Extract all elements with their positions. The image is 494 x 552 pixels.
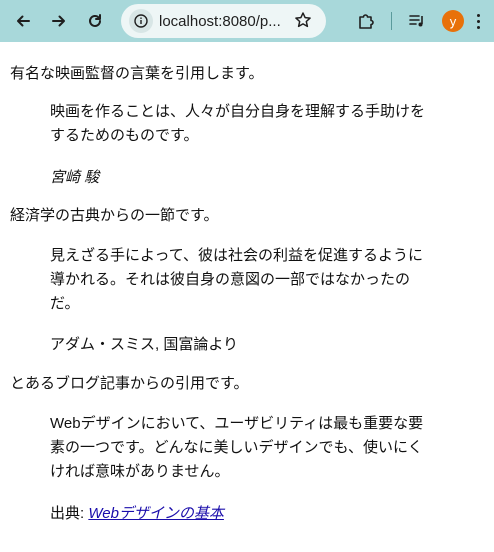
quote-line: 映画を作ることは、人々が自分自身を理解する手助けを (50, 103, 426, 120)
quote-attribution: アダム・スミス, 国富論より (50, 336, 239, 353)
quote-line: Webデザインにおいて、ユーザビリティは最も重要な要 (50, 415, 424, 432)
quote-line: だ。 (50, 295, 80, 312)
forward-arrow-icon[interactable] (42, 4, 76, 38)
back-arrow-icon[interactable] (6, 4, 40, 38)
intro-text: 有名な映画監督の言葉を引用します。 (10, 65, 264, 82)
quote-line: 見えざる手によって、彼は社会の利益を促進するように (50, 247, 424, 264)
intro-text: とあるブログ記事からの引用です。 (10, 375, 249, 392)
source-link[interactable]: Webデザインの基本 (88, 505, 224, 522)
bookmark-star-icon[interactable] (294, 11, 312, 33)
source-label: 出典: (50, 505, 89, 522)
profile-avatar[interactable]: y (442, 10, 464, 32)
blockquote: 見えざる手によって、彼は社会の利益を促進するように 導かれる。それは彼自身の意図… (50, 244, 460, 316)
blockquote: 映画を作ることは、人々が自分自身を理解する手助けを するためのものです。 (50, 100, 460, 148)
quote-line: ければ意味がありません。 (50, 463, 230, 480)
quote-line: するためのものです。 (50, 127, 199, 144)
quote-attribution: 宮崎 駿 (50, 169, 100, 186)
site-info-icon[interactable] (129, 9, 153, 33)
quote-line: 素の一つです。どんなに美しいデザインでも、使いにく (50, 439, 423, 456)
intro-text: 経済学の古典からの一節です。 (10, 207, 219, 224)
address-bar[interactable]: localhost:8080/p... (121, 4, 326, 38)
reload-icon[interactable] (78, 4, 112, 38)
quote-source: 出典: Webデザインの基本 (50, 502, 460, 526)
toolbar-right: y (349, 4, 486, 38)
more-menu-icon[interactable] (470, 13, 486, 29)
url-text[interactable]: localhost:8080/p... (159, 13, 289, 30)
browser-toolbar: localhost:8080/p... y (0, 0, 494, 42)
quote-line: 導かれる。それは彼自身の意図の一部ではなかったの (50, 271, 411, 288)
media-queue-icon[interactable] (400, 4, 434, 38)
toolbar-divider (391, 12, 392, 30)
extensions-icon[interactable] (349, 4, 383, 38)
blockquote: Webデザインにおいて、ユーザビリティは最も重要な要 素の一つです。どんなに美し… (50, 412, 460, 484)
